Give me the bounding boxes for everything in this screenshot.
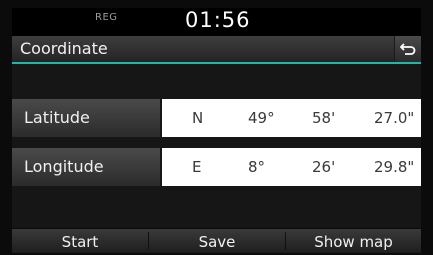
longitude-row: Longitude E 8° 26' 29.8" <box>12 148 421 186</box>
clock: 01:56 <box>185 8 251 32</box>
save-button[interactable]: Save <box>149 229 285 253</box>
coordinate-panel <box>12 64 421 228</box>
longitude-minutes[interactable]: 26' <box>312 158 335 176</box>
back-arrow-icon <box>400 43 416 55</box>
latitude-degrees[interactable]: 49° <box>248 109 275 127</box>
latitude-hemisphere[interactable]: N <box>192 109 203 127</box>
longitude-degrees[interactable]: 8° <box>248 158 265 176</box>
action-bar: Start Save Show map <box>12 229 421 253</box>
page-title: Coordinate <box>20 39 108 58</box>
start-button[interactable]: Start <box>12 229 148 253</box>
reg-indicator: REG <box>95 12 118 23</box>
latitude-row: Latitude N 49° 58' 27.0" <box>12 99 421 137</box>
longitude-seconds[interactable]: 29.8" <box>374 158 414 176</box>
longitude-input[interactable]: E 8° 26' 29.8" <box>162 148 421 186</box>
show-map-button[interactable]: Show map <box>286 229 421 253</box>
longitude-label-cell: Longitude <box>12 148 160 186</box>
latitude-label-cell: Latitude <box>12 99 160 137</box>
latitude-minutes[interactable]: 58' <box>312 109 335 127</box>
title-bar: Coordinate <box>12 36 421 62</box>
latitude-seconds[interactable]: 27.0" <box>374 109 414 127</box>
latitude-label: Latitude <box>24 108 90 127</box>
latitude-input[interactable]: N 49° 58' 27.0" <box>162 99 421 137</box>
back-button[interactable] <box>394 36 421 62</box>
longitude-label: Longitude <box>24 157 104 176</box>
status-bar: REG 01:56 <box>12 8 421 36</box>
longitude-hemisphere[interactable]: E <box>192 158 201 176</box>
